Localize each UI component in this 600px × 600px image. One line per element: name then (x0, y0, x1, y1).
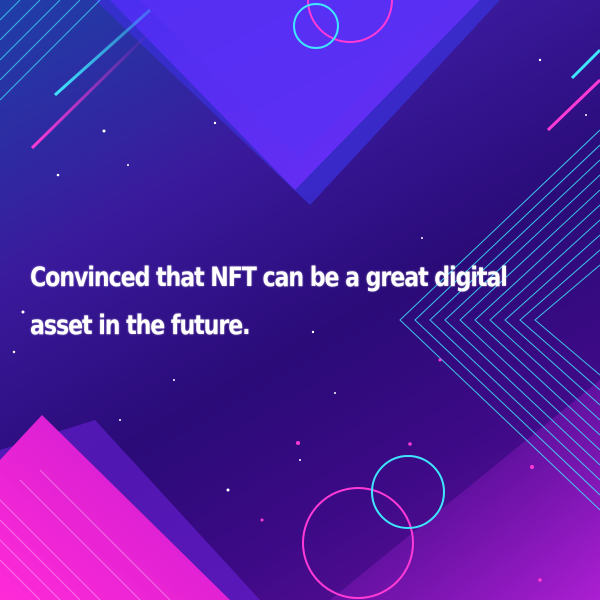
headline-text: Convinced that NFT can be a great digita… (30, 262, 508, 341)
top-left-line-pattern (0, 0, 101, 101)
nft-banner: Convinced that NFT can be a great digita… (0, 0, 600, 600)
cyan-streak (53, 8, 152, 97)
circle-ring (371, 455, 445, 529)
magenta-streak (30, 30, 152, 150)
cyan-streak-right (570, 48, 600, 80)
magenta-streak-right (546, 78, 600, 132)
